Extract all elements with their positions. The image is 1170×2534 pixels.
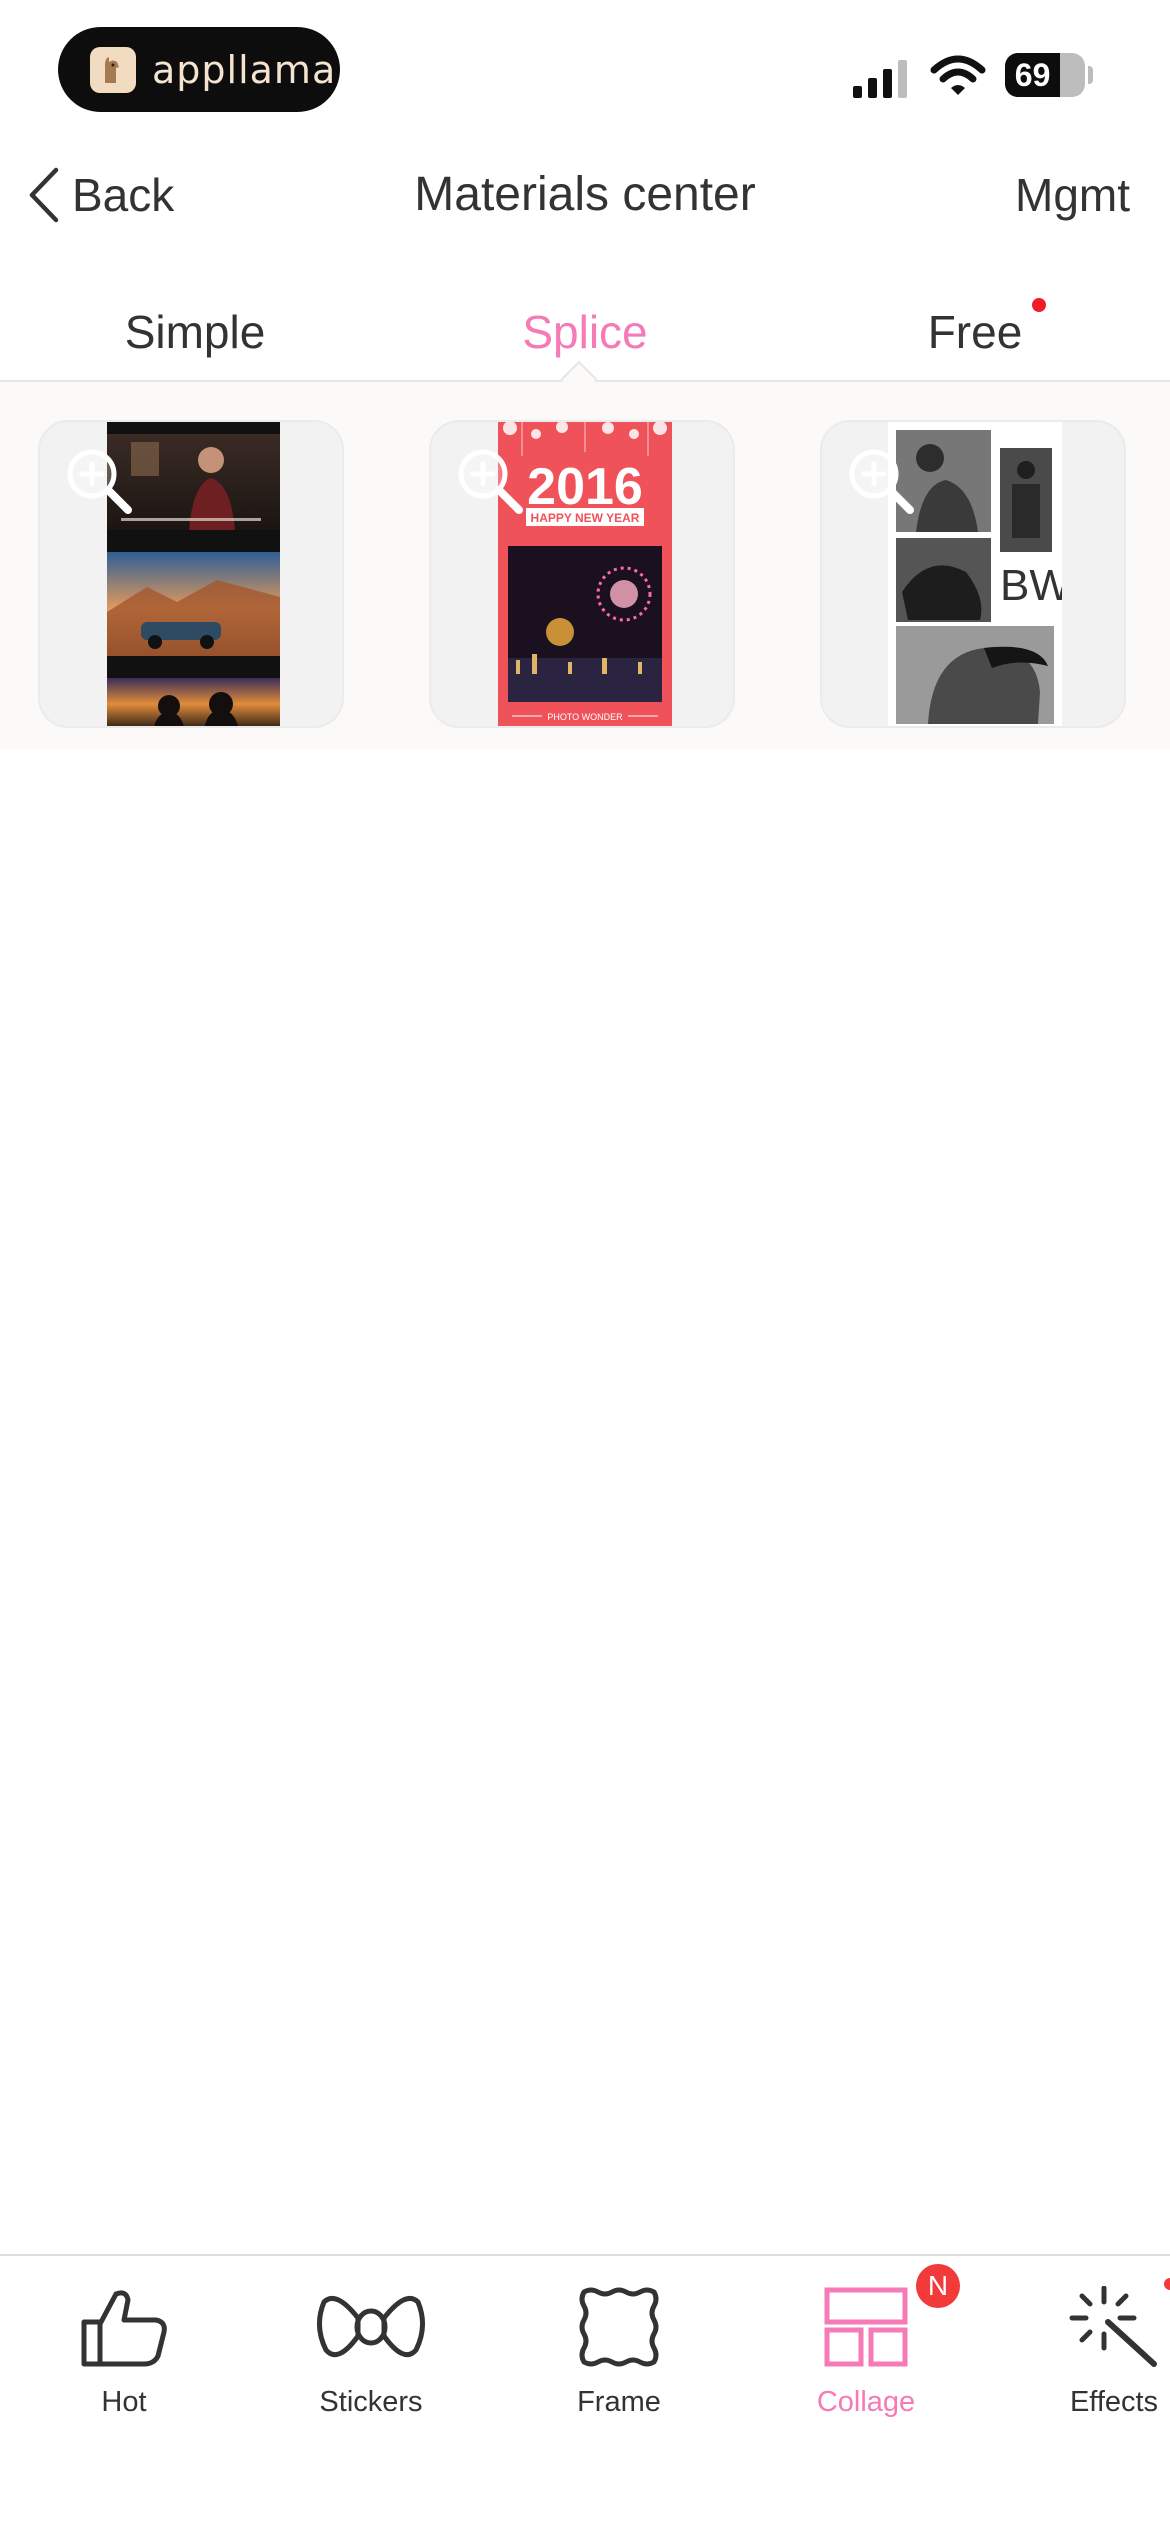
notification-dot xyxy=(1164,2278,1170,2290)
new-year-banner: HAPPY NEW YEAR xyxy=(531,511,640,525)
status-bar: appllama 69 xyxy=(0,0,1170,140)
app-indicator-pill[interactable]: appllama xyxy=(58,27,340,112)
magic-wand-icon xyxy=(1069,2286,1157,2367)
zoom-in-icon[interactable] xyxy=(62,444,142,524)
back-button[interactable]: Back xyxy=(26,162,174,228)
material-card-black-white[interactable]: BW xyxy=(820,420,1126,728)
bottom-tab-label: Collage xyxy=(816,2386,916,2418)
cellular-signal-icon xyxy=(853,60,907,98)
bottom-tab-hot[interactable]: Hot xyxy=(34,2286,214,2419)
battery-cap xyxy=(1088,66,1093,84)
bw-monogram: BW xyxy=(1000,561,1062,610)
back-label: Back xyxy=(72,169,175,221)
frame-icon xyxy=(579,2287,659,2367)
bottom-tab-label: Frame xyxy=(577,2386,661,2418)
material-card-cinematic[interactable] xyxy=(38,420,344,728)
page-title: Materials center xyxy=(414,168,756,221)
chevron-left-icon xyxy=(29,167,59,223)
bottom-tab-label: Effects xyxy=(1069,2386,1159,2418)
bottom-tab-bar: Hot Stickers Frame Collage Effects xyxy=(0,2254,1170,2534)
manage-button[interactable]: Mgmt xyxy=(1015,162,1130,228)
tab-free[interactable]: Free xyxy=(780,285,1170,380)
tab-simple[interactable]: Simple xyxy=(0,285,390,380)
battery-percent: 69 xyxy=(1014,57,1051,93)
zoom-in-icon[interactable] xyxy=(844,444,924,524)
bottom-tab-stickers[interactable]: Stickers xyxy=(281,2286,461,2419)
new-year-year: 2016 xyxy=(527,458,643,516)
new-indicator-dot xyxy=(1032,298,1046,312)
bottom-tab-label: Hot xyxy=(101,2386,147,2418)
new-badge: N xyxy=(916,2264,960,2308)
battery-icon: 69 xyxy=(1005,53,1085,97)
navigation-bar: Back Materials center Mgmt xyxy=(0,140,1170,250)
app-name: appllama xyxy=(152,47,337,92)
collage-icon xyxy=(824,2287,908,2367)
bottom-tab-frame[interactable]: Frame xyxy=(529,2286,709,2419)
new-year-footer: PHOTO WONDER xyxy=(547,712,623,722)
bow-icon xyxy=(317,2296,425,2358)
bottom-tab-label: Stickers xyxy=(319,2386,423,2418)
zoom-in-icon[interactable] xyxy=(453,444,533,524)
material-card-new-year[interactable]: 2016 HAPPY NEW YEAR PHOTO WONDER xyxy=(429,420,735,728)
thumbs-up-icon xyxy=(81,2290,167,2367)
wifi-icon xyxy=(930,55,986,95)
bottom-tab-effects[interactable]: Effects xyxy=(1024,2286,1170,2419)
llama-icon xyxy=(90,46,136,93)
